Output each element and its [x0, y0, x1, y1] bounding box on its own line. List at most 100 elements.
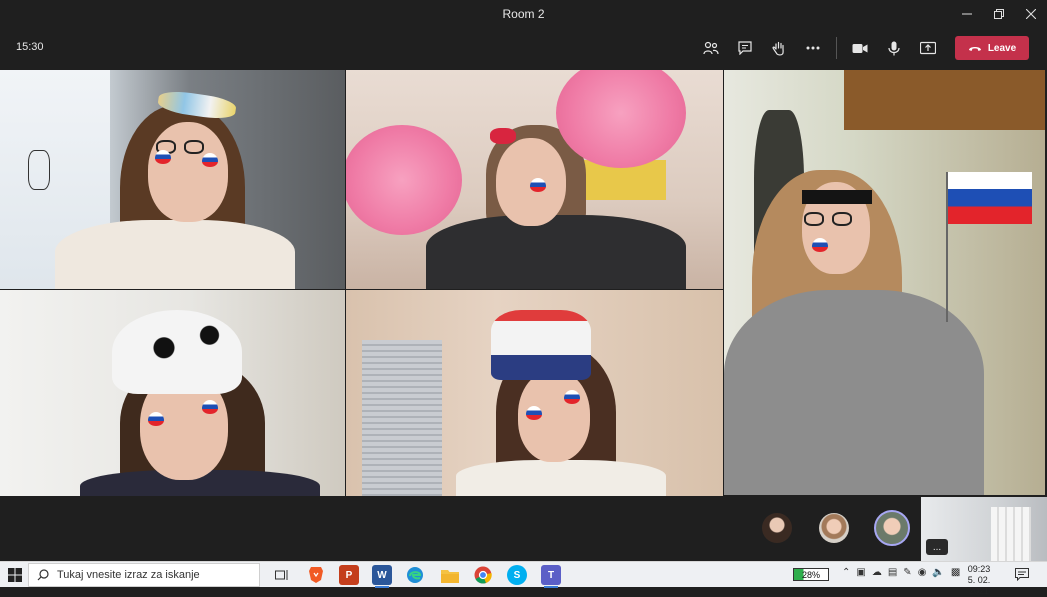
self-view-curtain [991, 507, 1031, 561]
participant-1-sweater [55, 220, 295, 289]
slovenia-heart-sticker-icon [812, 238, 828, 252]
edge-icon [407, 567, 423, 583]
self-view-more-button[interactable]: ... [926, 539, 948, 555]
participants-icon [703, 41, 719, 55]
slovenia-heart-sticker-icon [155, 150, 171, 164]
window-title: Room 2 [502, 7, 545, 21]
participant-strip [0, 497, 1047, 561]
pendant-lamp [28, 150, 50, 190]
volume-icon[interactable]: 🔈 [932, 567, 944, 578]
participant-2-hoodie [426, 215, 686, 289]
teams-window: Room 2 15:30 Leave ... [0, 0, 1047, 561]
bucket-hat-filter-icon [491, 310, 591, 380]
chat-button[interactable] [728, 35, 762, 61]
participants-button[interactable] [694, 35, 728, 61]
slovenia-flag-icon [948, 172, 1032, 224]
wifi-icon[interactable]: ◉ [918, 567, 927, 578]
slovenia-heart-sticker-icon [148, 412, 164, 426]
video-tile-participant-5[interactable] [346, 290, 723, 496]
restore-icon [994, 9, 1004, 19]
camera-icon [852, 43, 868, 53]
windows-logo-icon [8, 568, 22, 582]
toolbar-divider [836, 37, 837, 59]
more-options-icon [806, 46, 820, 50]
more-actions-button[interactable] [796, 35, 830, 61]
leave-label: Leave [987, 42, 1017, 54]
chevron-up-icon[interactable]: ⌃ [842, 567, 850, 578]
minimize-icon [962, 13, 972, 15]
file-explorer-app[interactable] [440, 565, 460, 585]
camera-tray-icon[interactable]: ▣ [856, 567, 865, 578]
meeting-timer: 15:30 [16, 41, 44, 53]
raise-hand-button[interactable] [762, 35, 796, 61]
nike-headband-filter [802, 190, 872, 204]
battery-indicator[interactable]: 28% [793, 568, 829, 581]
slovenia-heart-sticker-icon [530, 178, 546, 192]
word-app[interactable]: W [372, 565, 392, 588]
window-controls [951, 0, 1047, 28]
microphone-button[interactable] [877, 35, 911, 61]
search-placeholder: Tukaj vnesite izraz za iskanje [57, 569, 200, 581]
meeting-toolbar: 15:30 Leave [0, 28, 1047, 68]
powerpoint-app[interactable]: P [339, 565, 359, 585]
close-icon [1026, 9, 1036, 19]
pen-icon[interactable]: ✎ [903, 567, 911, 578]
share-screen-icon [920, 41, 936, 55]
video-tile-participant-4[interactable] [0, 290, 345, 496]
participant-avatar-2[interactable] [819, 513, 849, 543]
chat-icon [738, 41, 752, 55]
participant-1-glasses-right [184, 140, 204, 154]
pink-pompom-left-icon [346, 125, 462, 235]
participant-3-glasses-right [832, 212, 852, 226]
leave-button[interactable]: Leave [955, 36, 1029, 60]
share-screen-button[interactable] [911, 35, 945, 61]
brave-browser-app[interactable] [306, 565, 326, 585]
participant-1-face [148, 122, 228, 222]
participant-3-glasses-left [804, 212, 824, 226]
video-tile-participant-2[interactable] [346, 70, 723, 289]
minimize-button[interactable] [951, 0, 983, 28]
chrome-icon [474, 566, 492, 584]
hang-up-icon [968, 46, 981, 51]
more-label: ... [932, 541, 942, 553]
participant-3-hoodie [724, 290, 984, 495]
taskbar-clock[interactable]: 09:23 5. 02. 2021 [958, 564, 1000, 597]
camera-button[interactable] [843, 35, 877, 61]
raise-hand-icon [772, 41, 784, 56]
teams-app[interactable]: T [541, 565, 561, 588]
meeting-controls: Leave [694, 35, 1029, 61]
folder-icon [441, 569, 459, 583]
battery-percent: 28% [801, 569, 820, 580]
slovenia-heart-sticker-icon [202, 153, 218, 167]
search-icon [37, 569, 49, 581]
edge-app[interactable] [405, 565, 425, 585]
notifications-button[interactable] [1015, 568, 1029, 582]
clock-time: 09:23 [967, 564, 991, 574]
task-view-button[interactable] [272, 565, 292, 585]
participant-avatar-3-selected[interactable] [874, 510, 910, 546]
microphone-icon [888, 41, 900, 55]
maximize-button[interactable] [983, 0, 1015, 28]
slovenia-heart-sticker-icon [526, 406, 542, 420]
wooden-ceiling [844, 70, 1045, 130]
bow-filter-icon [490, 128, 516, 144]
action-center-icon [1015, 568, 1029, 582]
slovenia-heart-sticker-icon [202, 400, 218, 414]
cloud-icon[interactable]: ☁ [872, 567, 882, 578]
soccer-ball-hat-filter-icon [112, 310, 242, 394]
taskbar-search-box[interactable]: Tukaj vnesite izraz za iskanje [28, 563, 260, 587]
flag-pole [946, 172, 948, 322]
title-bar: Room 2 [0, 0, 1047, 28]
brave-lion-icon [309, 567, 323, 583]
participant-5-top [456, 460, 666, 496]
video-tile-participant-3[interactable] [724, 70, 1045, 495]
skype-app[interactable]: S [507, 565, 527, 585]
chrome-app[interactable] [473, 565, 493, 585]
close-button[interactable] [1015, 0, 1047, 28]
participant-avatar-1[interactable] [762, 513, 792, 543]
video-tile-participant-1[interactable] [0, 70, 345, 289]
task-view-icon [275, 570, 288, 580]
slovenia-heart-sticker-icon [564, 390, 580, 404]
start-button[interactable] [8, 568, 22, 582]
network-icon[interactable]: ▤ [888, 567, 897, 578]
